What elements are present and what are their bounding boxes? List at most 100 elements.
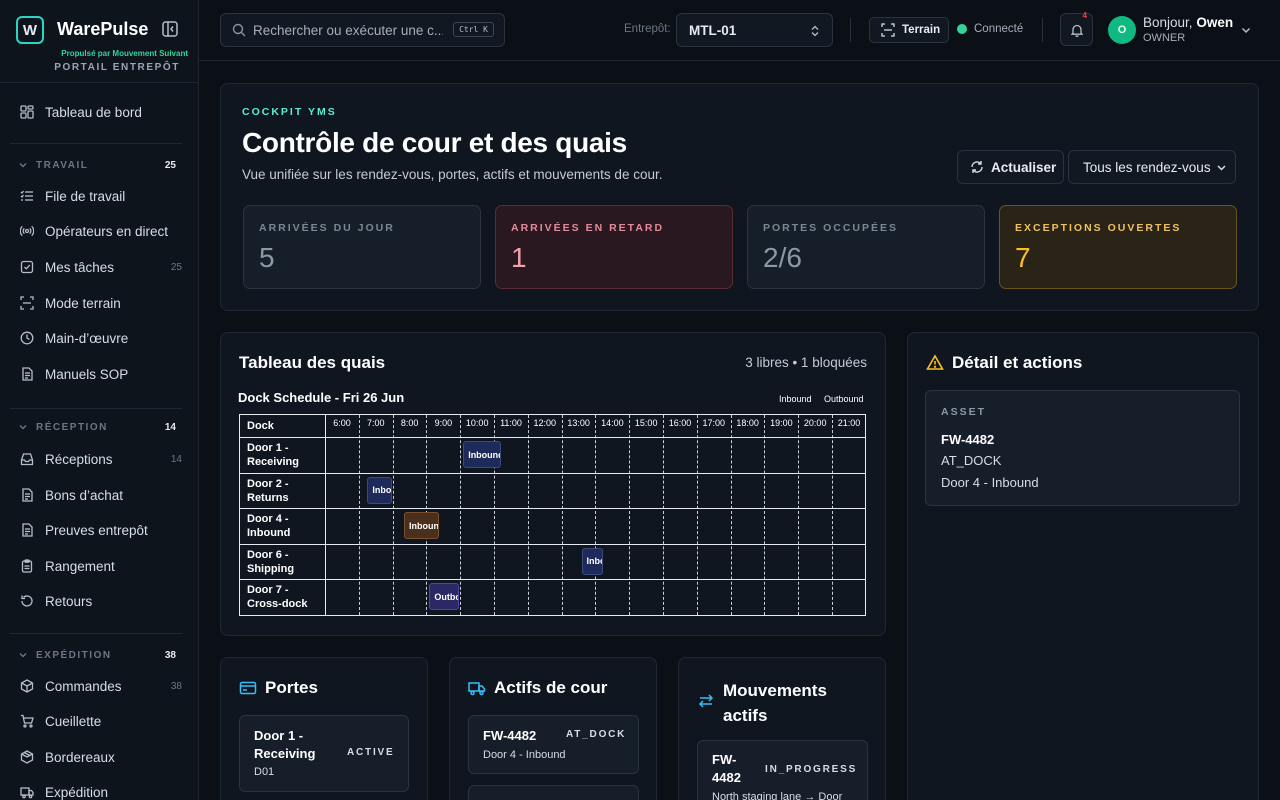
brand-header: W WarePulse Propulsé par Mouvement Suiva… [0, 0, 198, 83]
sidebar-item-label: Mes tâches [45, 259, 115, 275]
legend-inbound: Inbound [779, 394, 812, 404]
section-title: TRAVAIL [36, 159, 89, 171]
appointment-block[interactable]: Inbound [581, 547, 603, 575]
box-icon [20, 750, 34, 764]
sidebar-item-labor[interactable]: Main-d’œuvre [20, 327, 182, 349]
kpi-occupied-doors: PORTES OCCUPÉES 2/6 [747, 205, 985, 289]
kpi-open-exceptions: EXCEPTIONS OUVERTES 7 [999, 205, 1237, 289]
document-icon [20, 488, 34, 502]
yard-asset-item[interactable] [468, 785, 639, 800]
brand-logo[interactable]: W [16, 16, 44, 44]
sidebar-item-my-tasks[interactable]: Mes tâches 25 [20, 256, 182, 278]
terrain-icon [20, 296, 34, 310]
section-title: Tableau des quais [239, 353, 386, 372]
appointment-block[interactable]: Inbound [463, 441, 502, 468]
grid-column-line [358, 415, 360, 615]
sidebar-section-reception[interactable]: RÉCEPTION 14 [18, 419, 176, 435]
sidebar-item-picking[interactable]: Cueillette [20, 710, 182, 732]
filter-value: Tous les rendez-vous [1083, 159, 1211, 175]
active-movements-card: Mouvements actifs FW-4482 IN_PROGRESS No… [678, 657, 886, 800]
movement-item[interactable]: FW-4482 IN_PROGRESS North staging lane →… [697, 740, 868, 800]
asset-eyebrow: ASSET [941, 406, 987, 418]
search-icon [232, 23, 246, 37]
appointment-block[interactable]: Inbound [404, 512, 440, 540]
sidebar-item-purchase-orders[interactable]: Bons d’achat [20, 484, 182, 506]
notification-badge: 4 [1082, 11, 1087, 20]
sidebar-item-putaway[interactable]: Rangement [20, 555, 182, 577]
sidebar-item-returns[interactable]: Retours [20, 590, 182, 612]
appointment-filter-select[interactable]: Tous les rendez-vous [1068, 150, 1236, 184]
sidebar-item-label: Bordereaux [45, 749, 115, 765]
sidebar-item-label: Expédition [45, 784, 109, 800]
sidebar-item-waybills[interactable]: Bordereaux [20, 746, 182, 768]
hour-header: 8:00 [400, 418, 419, 428]
asset-detail-panel[interactable]: ASSET FW-4482 AT_DOCK Door 4 - Inbound [925, 390, 1240, 506]
yms-cockpit-card: COCKPIT YMS Contrôle de cour et des quai… [220, 83, 1259, 311]
yard-assets-card: Actifs de cour FW-4482 AT_DOCK Door 4 - … [449, 657, 657, 800]
sidebar-section-shipping[interactable]: EXPÉDITION 38 [18, 647, 176, 663]
kpi-label: ARRIVÉES DU JOUR [259, 222, 395, 234]
grid-column-line [798, 415, 800, 615]
search-input[interactable]: Rechercher ou exécuter une c... Ctrl K [220, 13, 505, 47]
brand-name: WarePulse [57, 19, 149, 39]
topbar: Rechercher ou exécuter une c... Ctrl K E… [199, 0, 1280, 61]
detail-title-text: Détail et actions [952, 353, 1083, 372]
dock-row-label: Door 2 - Returns [247, 477, 289, 504]
appointment-block[interactable]: Inbound [367, 476, 392, 504]
sidebar-section-travail[interactable]: TRAVAIL 25 [18, 157, 176, 173]
chevron-down-icon[interactable] [1240, 24, 1252, 36]
asset-location: Door 4 - Inbound [941, 475, 1039, 490]
greeting-text: Bonjour, [1143, 15, 1193, 30]
sidebar-item-live-operators[interactable]: Opérateurs en direct [20, 220, 182, 242]
sidebar-item-orders[interactable]: Commandes 38 [20, 675, 182, 697]
dock-row-label: Door 7 - Cross-dock [247, 584, 308, 611]
sidebar-item-label: Cueillette [45, 713, 102, 729]
kpi-label: EXCEPTIONS OUVERTES [1015, 222, 1182, 234]
sidebar-item-dashboard[interactable]: Tableau de bord [20, 101, 182, 123]
chevron-updown-icon [810, 25, 820, 37]
legend-outbound: Outbound [824, 394, 864, 404]
kpi-label: ARRIVÉES EN RETARD [511, 222, 665, 234]
hour-header: 9:00 [434, 418, 453, 428]
hour-header: 13:00 [567, 418, 590, 428]
door-item[interactable]: Door 1 - Receiving ACTIVE D01 [239, 715, 409, 792]
sidebar-collapse-icon[interactable] [161, 20, 179, 38]
notifications-button[interactable]: 4 [1060, 11, 1093, 46]
grid-column-line [629, 415, 631, 615]
sidebar-item-label: Main-d’œuvre [45, 330, 129, 346]
sidebar-item-sop-manuals[interactable]: Manuels SOP [20, 363, 182, 385]
grid-column-line [764, 415, 766, 615]
sidebar-item-label: Opérateurs en direct [45, 223, 169, 239]
movement-route: North staging lane → Door [712, 791, 843, 800]
grid-row-line [240, 543, 865, 545]
hour-header: 20:00 [803, 418, 827, 428]
sidebar-item-shipping[interactable]: Expédition [20, 781, 182, 800]
refresh-button[interactable]: Actualiser [957, 150, 1064, 184]
document-icon [20, 523, 34, 537]
sidebar-item-warehouse-proofs[interactable]: Preuves entrepôt [20, 519, 182, 541]
yard-asset-item[interactable]: FW-4482 AT_DOCK Door 4 - Inbound [468, 715, 639, 774]
connection-status: Connecté [957, 23, 1023, 35]
sidebar-item-receptions[interactable]: Réceptions 14 [20, 448, 182, 470]
kpi-value: 7 [1015, 242, 1031, 273]
brand-portal-label: PORTAIL ENTREPÔT [54, 62, 180, 73]
sidebar-item-work-queue[interactable]: File de travail [20, 185, 182, 207]
rotate-icon [20, 594, 34, 608]
terrain-button[interactable]: Terrain [869, 17, 949, 43]
warehouse-select[interactable]: MTL-01 [676, 13, 833, 47]
grid-column-line [460, 415, 462, 615]
section-count: 14 [164, 421, 176, 433]
avatar[interactable]: O [1108, 16, 1136, 44]
user-greeting[interactable]: Bonjour, Owen [1143, 15, 1233, 30]
avatar-letter: O [1117, 24, 1127, 36]
grid-header-line [240, 437, 865, 438]
dock-row-label: Door 1 - Receiving [247, 442, 299, 468]
section-count: 38 [164, 649, 176, 661]
movements-title-text: Mouvements actifs [723, 681, 827, 725]
appointment-block[interactable]: Outbound [429, 583, 460, 611]
hour-header: 15:00 [634, 418, 658, 428]
user-name: Owen [1196, 15, 1234, 30]
user-role: OWNER [1143, 32, 1186, 44]
sidebar-item-field-mode[interactable]: Mode terrain [20, 292, 182, 314]
item-count: 14 [170, 453, 182, 465]
